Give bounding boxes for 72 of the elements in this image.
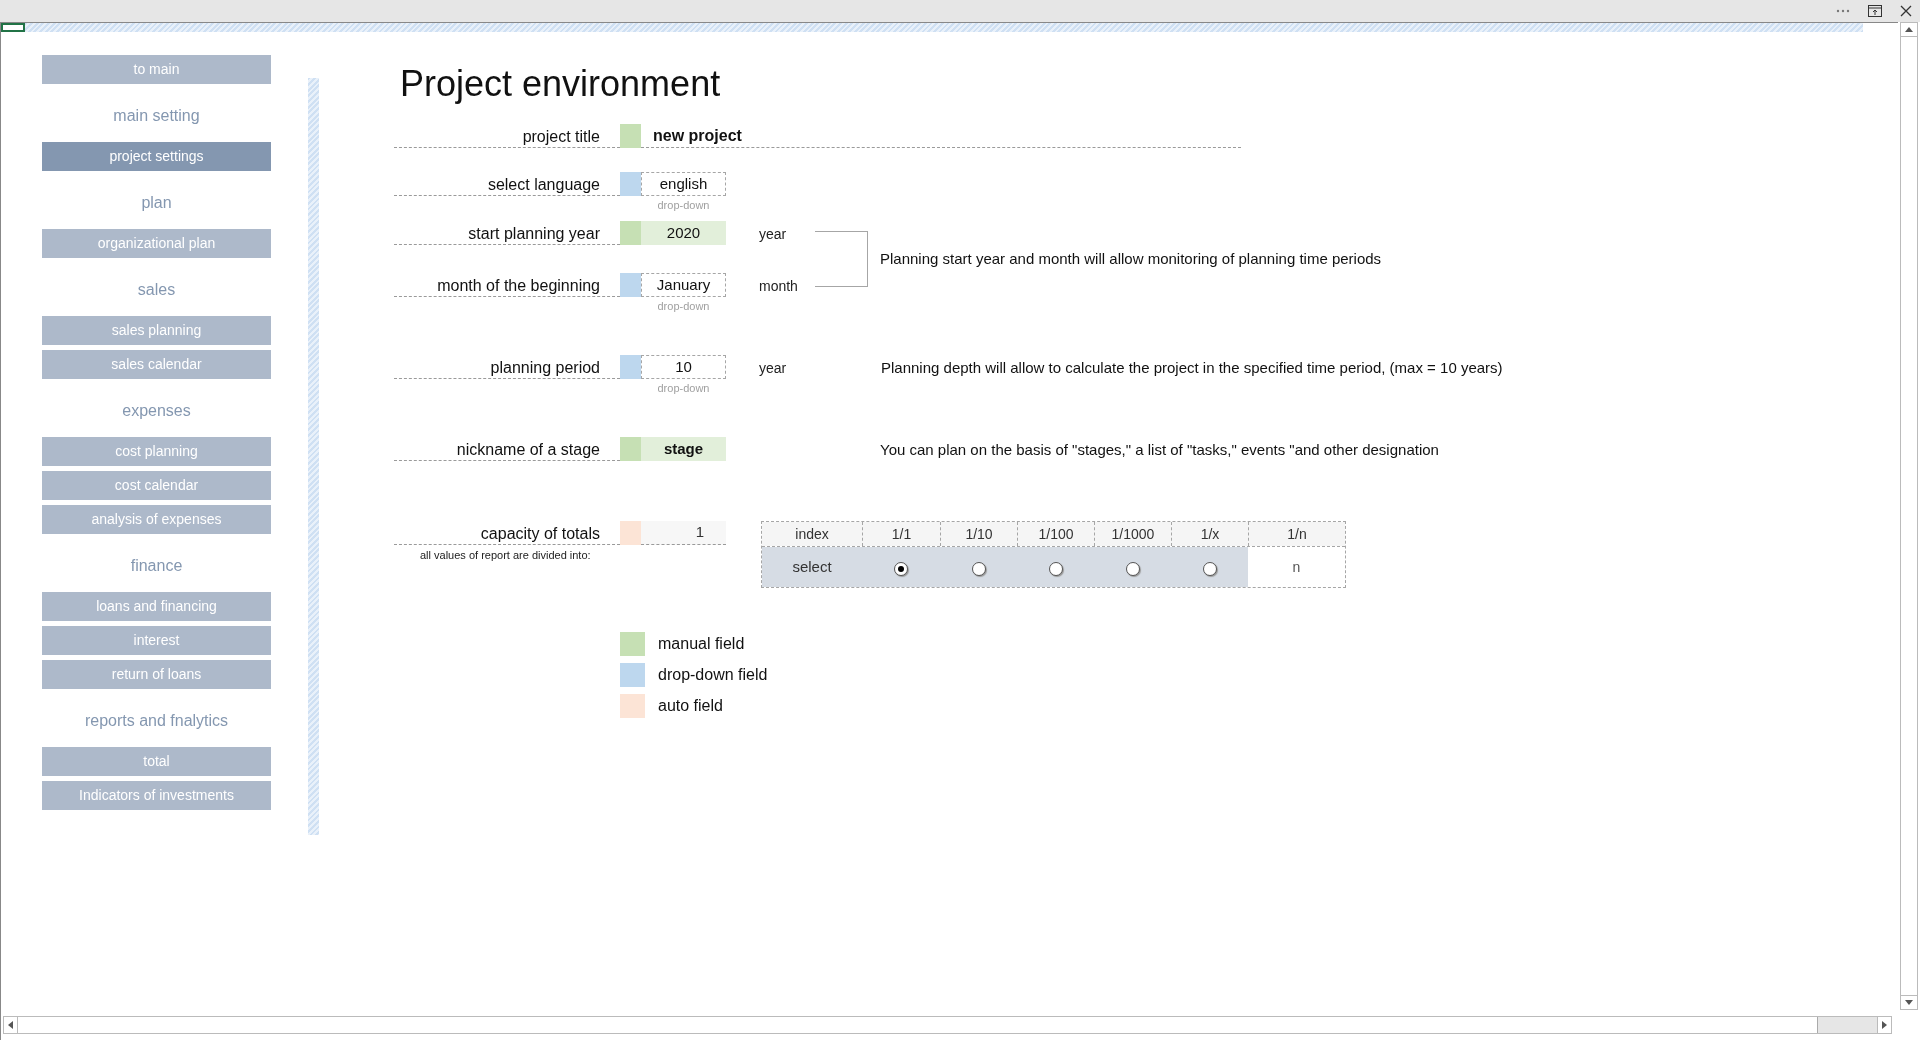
- field-hint: drop-down: [656, 381, 711, 396]
- field-hint: drop-down: [656, 299, 711, 314]
- field-label: select language: [487, 175, 600, 195]
- field-label: start planning year: [468, 224, 600, 244]
- table-header-cell: 1/10: [940, 522, 1017, 546]
- scroll-right-icon[interactable]: [1882, 1021, 1887, 1029]
- unit-label: month: [759, 277, 799, 296]
- value-field: 1: [641, 521, 726, 545]
- field-label: month of the beginning: [437, 276, 600, 296]
- section-heading: main setting: [113, 105, 200, 126]
- table-header-cell: 1/x: [1171, 522, 1248, 546]
- nav-button[interactable]: return of loans: [42, 660, 271, 689]
- nav-button[interactable]: cost planning: [42, 437, 271, 466]
- section-heading: expenses: [122, 400, 191, 421]
- bracket-connector: [815, 231, 868, 287]
- nav-button[interactable]: interest: [42, 626, 271, 655]
- legend-label: manual field: [658, 634, 745, 654]
- value-field[interactable]: english: [641, 172, 726, 196]
- legend-label: auto field: [658, 696, 723, 716]
- radio-button[interactable]: [1048, 561, 1063, 576]
- field-label: project title: [522, 127, 600, 147]
- scroll-left-icon[interactable]: [8, 1021, 13, 1029]
- nav-button[interactable]: Indicators of investments: [42, 781, 271, 810]
- value-field[interactable]: 10: [641, 355, 726, 379]
- section-heading: sales: [137, 279, 176, 300]
- page-title: Project environment: [400, 62, 722, 106]
- table-row-label: select: [762, 547, 862, 587]
- nav-button[interactable]: sales calendar: [42, 350, 271, 379]
- restore-window-icon[interactable]: [1868, 5, 1882, 17]
- description-text: Planning start year and month will allow monitoring of planning time periods: [880, 248, 1382, 269]
- radio-button[interactable]: [894, 561, 908, 576]
- table-header-cell: 1/1000: [1094, 522, 1171, 546]
- table-header-cell: 1/n: [1248, 522, 1345, 546]
- section-heading: plan: [141, 192, 172, 213]
- nav-button[interactable]: to main: [42, 55, 271, 84]
- field-label: planning period: [490, 358, 600, 378]
- horizontal-scrollbar[interactable]: [3, 1016, 1892, 1034]
- more-icon[interactable]: [1836, 9, 1850, 13]
- unit-label: year: [759, 359, 788, 378]
- section-heading: reports and fnalytics: [84, 710, 229, 731]
- table-cell-text: n: [1291, 557, 1302, 577]
- scroll-down-icon[interactable]: [1905, 1000, 1913, 1005]
- nav-button[interactable]: analysis of expenses: [42, 505, 271, 534]
- close-icon[interactable]: [1900, 5, 1912, 17]
- nav-button[interactable]: total: [42, 747, 271, 776]
- value-field[interactable]: stage: [641, 437, 726, 461]
- table-header-cell: 1/100: [1017, 522, 1094, 546]
- legend-label: drop-down field: [658, 665, 768, 685]
- project-title-field[interactable]: new project: [641, 124, 1241, 148]
- description-text: Planning depth will allow to calculate the project in the specified time period, (max = 10 years): [881, 358, 1503, 378]
- field-label: nickname of a stage: [456, 440, 600, 460]
- scroll-up-icon[interactable]: [1905, 27, 1913, 32]
- nav-button[interactable]: organizational plan: [42, 229, 271, 258]
- table-header-cell: 1/1: [862, 522, 940, 546]
- field-label: capacity of totals: [480, 524, 600, 544]
- table-header-cell-text: index: [794, 524, 830, 544]
- radio-button[interactable]: [971, 561, 986, 576]
- nav-button[interactable]: sales planning: [42, 316, 271, 345]
- radio-button[interactable]: [1125, 561, 1140, 576]
- field-hint: drop-down: [656, 198, 711, 213]
- value-field[interactable]: January: [641, 273, 726, 297]
- value-field[interactable]: 2020: [641, 221, 726, 245]
- unit-label: year: [759, 225, 788, 244]
- scrollbar-thumb[interactable]: [18, 1017, 1818, 1033]
- description-text: You can plan on the basis of "stages," a list of "tasks," events "and other designation: [880, 440, 1439, 460]
- nav-button[interactable]: loans and financing: [42, 592, 271, 621]
- nav-button[interactable]: project settings: [42, 142, 271, 171]
- caption-text: all values of report are divided into:: [420, 548, 592, 563]
- nav-button[interactable]: cost calendar: [42, 471, 271, 500]
- radio-button[interactable]: [1202, 561, 1217, 576]
- vertical-scrollbar[interactable]: [1900, 22, 1918, 1010]
- section-heading: finance: [130, 555, 183, 576]
